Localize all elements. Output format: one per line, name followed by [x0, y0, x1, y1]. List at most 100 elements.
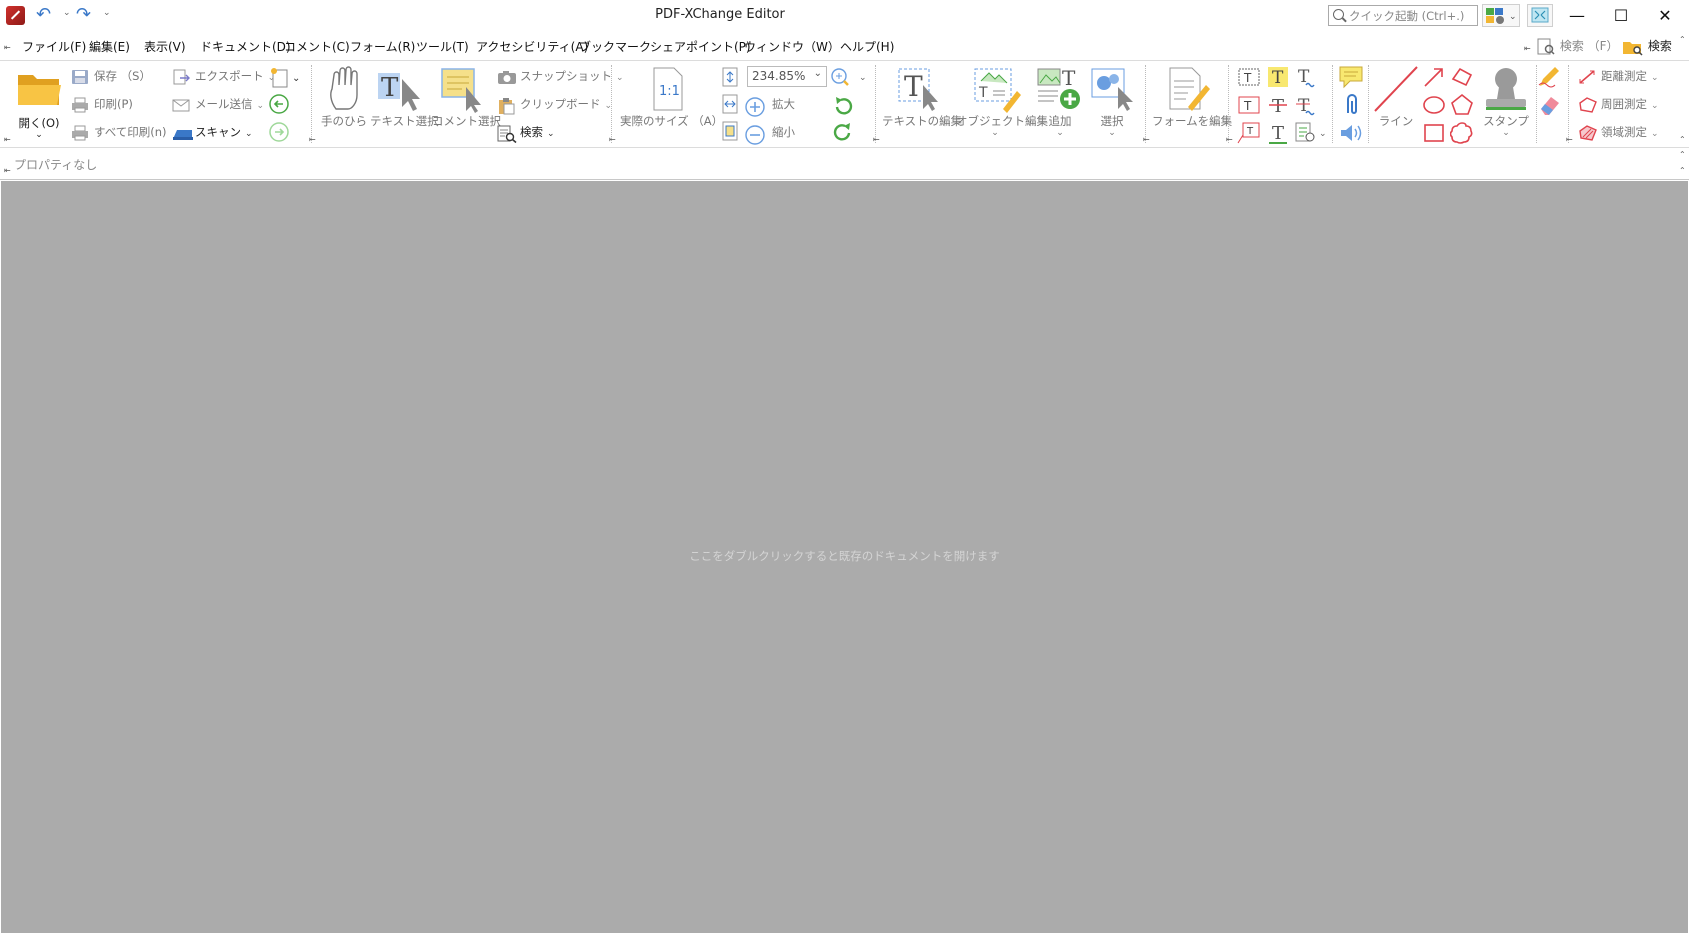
- maximize-button[interactable]: ☐: [1598, 0, 1644, 31]
- collapse-ribbon-icon[interactable]: ⌃: [1679, 35, 1686, 44]
- select-button[interactable]: 選択 ⌄: [1088, 65, 1136, 138]
- menu-help[interactable]: ヘルプ(H): [840, 38, 894, 55]
- mail-dropdown-icon[interactable]: ⌄: [257, 101, 265, 111]
- document-workspace[interactable]: ここをダブルクリックすると既存のドキュメントを開けます: [1, 181, 1688, 933]
- ui-options-button[interactable]: ⌄: [1482, 4, 1520, 27]
- menu-sharepoint[interactable]: シェアポイント(P): [650, 38, 751, 55]
- new-document-button[interactable]: ⌄: [270, 67, 300, 88]
- scan-button[interactable]: スキャン ⌄: [172, 121, 253, 143]
- area-dropdown-icon[interactable]: ⌄: [1651, 129, 1659, 139]
- rotate-right-button[interactable]: [832, 121, 852, 141]
- actual-size-button[interactable]: 1:1 実際のサイズ （A）: [620, 65, 723, 129]
- menu-accessibility[interactable]: アクセシビリティ(A): [476, 38, 588, 55]
- pencil-tool-button[interactable]: [1537, 65, 1561, 89]
- toolbar-grip-icon[interactable]: ⇤: [4, 166, 11, 175]
- menu-tools[interactable]: ツール(T): [416, 38, 469, 55]
- perimeter-measure-button[interactable]: 周囲測定 ⌄: [1578, 93, 1659, 115]
- open-dropdown-icon[interactable]: ⌄: [14, 131, 64, 140]
- zoom-tool-button[interactable]: ⌄: [830, 67, 870, 87]
- menu-edit[interactable]: 編集(E): [89, 38, 130, 55]
- text-box-button[interactable]: T: [1237, 93, 1261, 117]
- search-f-button[interactable]: 検索 （F）: [1536, 37, 1619, 56]
- edit-object-button[interactable]: T オブジェクト編集 ⌄: [956, 65, 1048, 138]
- replace-text-button[interactable]: T: [1294, 93, 1318, 117]
- squiggly-button[interactable]: T: [1294, 65, 1318, 89]
- stamp-dropdown-icon[interactable]: ⌄: [1480, 129, 1532, 138]
- toolbar-grip-icon[interactable]: ⇤: [1524, 44, 1531, 53]
- menu-window[interactable]: ウィンドウ（W）: [744, 38, 840, 55]
- typewriter-button[interactable]: T: [1237, 65, 1261, 89]
- group-grip-icon[interactable]: ⇤: [4, 135, 11, 144]
- zoom-level-select[interactable]: 234.85% ⌄: [747, 66, 827, 87]
- find-button[interactable]: 検索 ⌄: [497, 121, 555, 143]
- open-button[interactable]: 開く(O) ⌄: [14, 65, 64, 140]
- line-tool-button[interactable]: ライン: [1372, 65, 1420, 129]
- callout-button[interactable]: T: [1237, 121, 1261, 145]
- sound-button[interactable]: [1338, 121, 1364, 145]
- quick-launch-input[interactable]: クイック起動 (Ctrl+.): [1328, 5, 1478, 26]
- zoom-out-button[interactable]: 縮小: [745, 121, 795, 145]
- mail-button[interactable]: メール送信 ⌄: [172, 93, 264, 115]
- polyline-tool-button[interactable]: [1450, 65, 1474, 89]
- stamp-button[interactable]: スタンプ ⌄: [1480, 65, 1532, 138]
- scan-dropdown-icon[interactable]: ⌄: [245, 129, 253, 139]
- comment-select-button[interactable]: コメント選択: [432, 65, 501, 129]
- distance-measure-button[interactable]: 距離測定 ⌄: [1578, 65, 1659, 87]
- polygon-tool-button[interactable]: [1450, 93, 1474, 117]
- fit-page-button[interactable]: [720, 67, 740, 87]
- text-list-button[interactable]: ⌄: [1294, 121, 1328, 145]
- edit-text-button[interactable]: T テキストの編集: [882, 65, 962, 129]
- menu-form[interactable]: フォーム(R): [350, 38, 415, 55]
- perimeter-dropdown-icon[interactable]: ⌄: [1651, 101, 1659, 111]
- oval-tool-button[interactable]: [1422, 93, 1446, 117]
- close-button[interactable]: ✕: [1642, 0, 1688, 31]
- text-select-button[interactable]: T テキスト選択: [370, 65, 439, 129]
- find-dropdown-icon[interactable]: ⌄: [547, 129, 555, 139]
- edit-form-button[interactable]: フォームを編集: [1152, 65, 1232, 129]
- eraser-tool-button[interactable]: [1537, 93, 1561, 117]
- search-button[interactable]: 検索: [1622, 37, 1672, 56]
- snapshot-button[interactable]: スナップショット ⌄: [497, 65, 624, 87]
- group-grip-icon[interactable]: ⇤: [1143, 135, 1150, 144]
- menu-document[interactable]: ドキュメント(D): [200, 38, 291, 55]
- group-grip-icon[interactable]: ⇤: [1226, 135, 1233, 144]
- rotate-left-button[interactable]: [832, 95, 853, 115]
- edit-object-dropdown-icon[interactable]: ⌄: [956, 129, 1034, 138]
- zoom-in-button[interactable]: 拡大: [745, 93, 795, 117]
- clipboard-button[interactable]: クリップボード ⌄: [497, 93, 612, 115]
- add-dropdown-icon[interactable]: ⌄: [1036, 129, 1084, 138]
- sticky-note-button[interactable]: [1338, 65, 1364, 89]
- menu-bookmark[interactable]: ブックマーク: [579, 38, 651, 55]
- hand-tool-button[interactable]: 手のひら: [320, 65, 368, 129]
- menu-comment[interactable]: コメント(C): [284, 38, 350, 55]
- group-grip-icon[interactable]: ⇤: [609, 135, 616, 144]
- fit-visible-button[interactable]: [720, 121, 740, 141]
- rectangle-tool-button[interactable]: [1422, 121, 1446, 145]
- properties-collapse-icon[interactable]: ⌃: [1679, 150, 1686, 159]
- strikeout-button[interactable]: T: [1266, 93, 1290, 117]
- select-dropdown-icon[interactable]: ⌄: [1088, 129, 1136, 138]
- ribbon-collapse-icon[interactable]: ⌃: [1679, 135, 1686, 144]
- underline-button[interactable]: T: [1266, 121, 1290, 145]
- back-button[interactable]: [268, 93, 289, 114]
- cloud-tool-button[interactable]: [1449, 121, 1474, 145]
- group-grip-icon[interactable]: ⇤: [873, 135, 880, 144]
- group-grip-icon[interactable]: ⇤: [1566, 135, 1573, 144]
- export-button[interactable]: エクスポート ⌄: [172, 65, 275, 87]
- distance-dropdown-icon[interactable]: ⌄: [1651, 73, 1659, 83]
- arrow-tool-button[interactable]: [1422, 65, 1446, 89]
- area-measure-button[interactable]: 領域測定 ⌄: [1578, 121, 1659, 143]
- print-all-button[interactable]: すべて印刷(n): [71, 121, 167, 143]
- attach-file-button[interactable]: [1340, 93, 1362, 117]
- zoom-dropdown-icon[interactable]: ⌄: [814, 68, 822, 79]
- save-button[interactable]: 保存 （S）: [71, 65, 151, 87]
- menu-view[interactable]: 表示(V): [144, 38, 186, 55]
- add-button[interactable]: T 追加 ⌄: [1036, 65, 1084, 138]
- minimize-button[interactable]: —: [1554, 0, 1600, 31]
- highlight-button[interactable]: T: [1266, 65, 1290, 89]
- toolbar-grip-icon[interactable]: ⇤: [4, 43, 11, 52]
- forward-button[interactable]: [268, 121, 289, 142]
- fit-width-button[interactable]: [720, 94, 740, 114]
- print-button[interactable]: 印刷(P): [71, 93, 133, 115]
- properties-expand-icon[interactable]: ⌃: [1679, 166, 1686, 175]
